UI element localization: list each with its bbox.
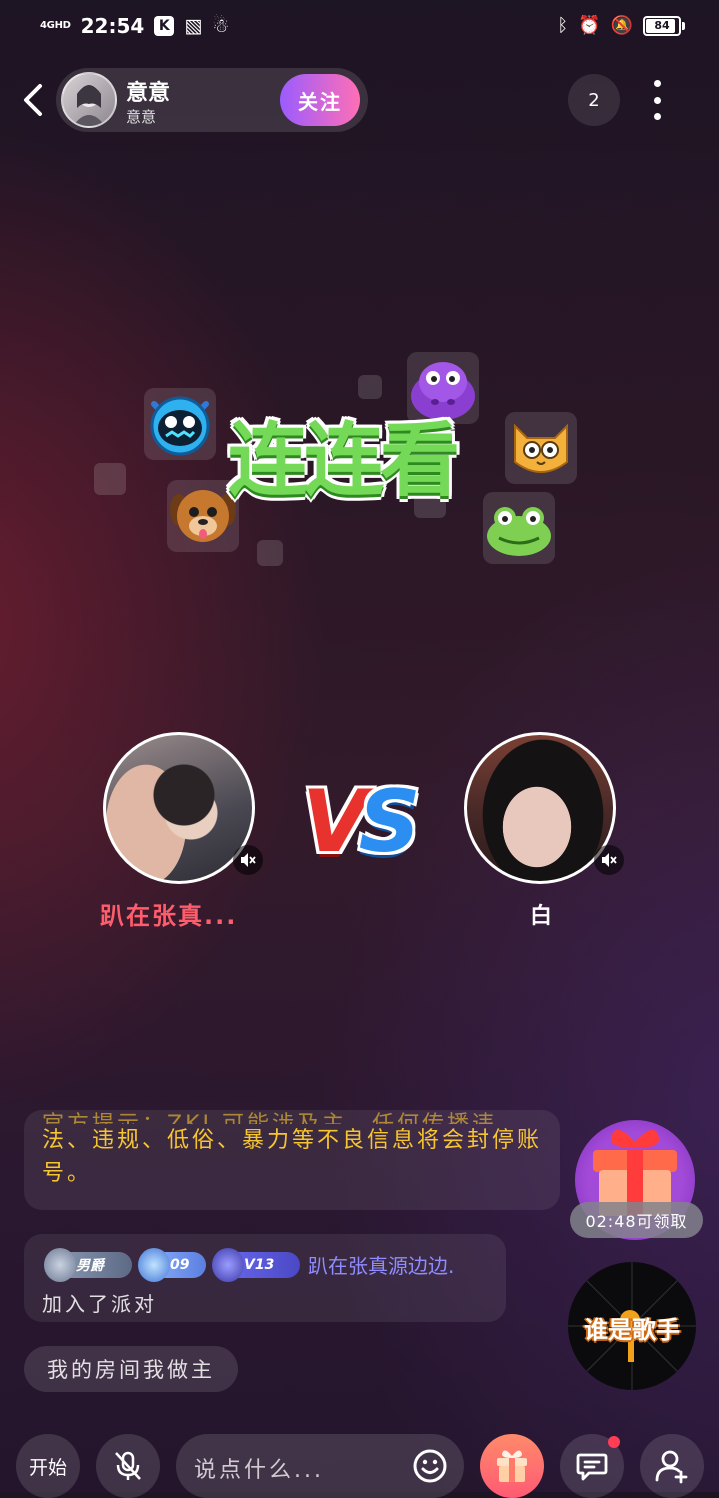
room-motto-message: 我的房间我做主	[24, 1346, 238, 1392]
join-username[interactable]: 趴在张真源边边.	[308, 1250, 454, 1279]
orange-cat-icon	[514, 423, 568, 473]
clock: 22:54	[80, 14, 145, 38]
battery-level: 84	[654, 19, 670, 32]
online-count-button[interactable]: 2	[568, 74, 620, 126]
back-button[interactable]	[14, 80, 54, 120]
vip-badge: V13	[212, 1247, 300, 1282]
event-title: 谁是歌手	[584, 1316, 680, 1344]
gender-title-badge: 男爵	[44, 1247, 132, 1282]
chevron-left-icon	[24, 84, 42, 116]
system-notice-message: 官方提示：ZKJ 可能涉及主、任何传播违 法、违规、低俗、暴力等不良信息将会封停…	[24, 1110, 560, 1210]
app-notification-icon: K	[154, 16, 175, 36]
bluetooth-icon: ᛒ	[557, 15, 569, 36]
chat-bubble-icon	[576, 1453, 608, 1481]
blue-monster-icon	[150, 396, 210, 456]
mic-off-icon	[115, 1451, 141, 1480]
level-gem-icon	[138, 1247, 170, 1282]
invite-user-button[interactable]	[640, 1434, 704, 1498]
level-badge: 09	[138, 1247, 206, 1282]
gender-title-text: 男爵	[76, 1257, 104, 1274]
host-name: 意意	[126, 81, 171, 106]
start-game-button[interactable]: 开始	[16, 1434, 80, 1498]
speaker-muted-icon	[241, 853, 256, 867]
chat-input-placeholder: 说点什么...	[194, 1458, 324, 1483]
gift-button[interactable]	[480, 1434, 544, 1498]
host-id: 意意	[126, 108, 157, 126]
mic-toggle-button[interactable]	[96, 1434, 160, 1498]
notice-text: 官方提示：ZKJ 可能涉及主、任何传播违 法、违规、低俗、暴力等不良信息将会封停…	[42, 1110, 552, 1190]
status-right: ᛒ ⏰ 🔕 84	[557, 15, 685, 36]
gift-icon	[497, 1450, 527, 1482]
more-options-button[interactable]	[640, 80, 674, 120]
emoji-icon[interactable]	[412, 1448, 448, 1484]
player-right-name: 白	[530, 904, 553, 929]
player-left-name: 趴在张真...	[100, 902, 238, 930]
alarm-icon: ⏰	[578, 15, 601, 36]
status-bar: 4GHD 22:54 K ▧ ☃ ᛒ ⏰ 🔕 84	[0, 0, 719, 56]
chat-input[interactable]: 说点什么...	[176, 1434, 464, 1498]
network-indicator: 4GHD	[40, 20, 71, 31]
green-frog-icon	[487, 507, 551, 556]
vs-v: V	[302, 772, 368, 872]
speaker-muted-icon	[602, 853, 617, 867]
singer-event-badge[interactable]: 谁是歌手	[568, 1262, 696, 1390]
gift-timer-label[interactable]: 02:48可领取	[570, 1202, 703, 1238]
more-dot-icon	[653, 80, 661, 87]
battery-icon: 84	[643, 15, 685, 36]
more-dot-icon	[653, 113, 661, 120]
player-right-mute-badge	[594, 845, 624, 875]
shield-icon	[44, 1247, 76, 1282]
qq-notification-icon: ☃	[212, 15, 230, 37]
player-left-mute-badge	[233, 845, 263, 875]
image-notification-icon: ▧	[184, 15, 203, 37]
notice-partial-line: 官方提示：ZKJ 可能涉及主、任何传播违	[42, 1110, 552, 1124]
follow-button[interactable]: 关注	[280, 74, 360, 126]
level-text: 09	[170, 1256, 190, 1273]
add-user-icon	[655, 1450, 688, 1484]
vip-triangle-icon	[212, 1247, 244, 1282]
avatar-figure	[73, 85, 105, 126]
decor-square	[94, 463, 126, 495]
status-left: 4GHD 22:54 K ▧ ☃	[40, 14, 229, 38]
frog-tile	[483, 492, 555, 564]
vip-text: V13	[244, 1256, 275, 1273]
host-avatar[interactable]	[61, 72, 117, 128]
mute-bell-icon: 🔕	[610, 15, 633, 36]
vs-s: S	[358, 772, 421, 872]
join-text: 加入了派对	[42, 1292, 157, 1316]
unread-dot	[608, 1436, 620, 1448]
cat-tile	[505, 412, 577, 484]
monster-tile	[144, 388, 216, 460]
more-dot-icon	[653, 96, 661, 104]
decor-square	[257, 540, 283, 566]
vs-label: VS	[302, 772, 421, 872]
notice-body: 法、违规、低俗、暴力等不良信息将会封停账号。	[42, 1128, 543, 1186]
game-title: 连连看	[228, 414, 460, 507]
join-message-header: 男爵 09 V13 趴在张真源边边.	[44, 1247, 454, 1282]
